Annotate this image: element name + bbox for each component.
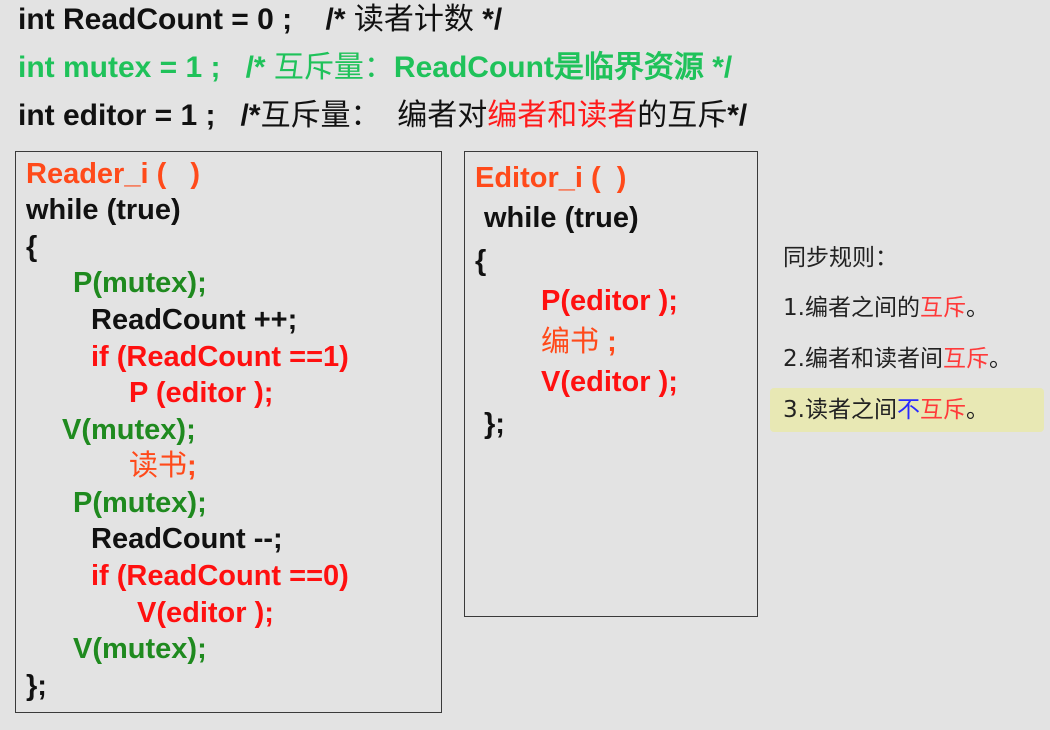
rule-1: 1.编者之间的互斥。 xyxy=(783,295,989,321)
reader-v-mutex-1: V(mutex); xyxy=(62,414,196,446)
rule-2: 2.编者和读者间互斥。 xyxy=(783,346,1012,372)
reader-readcount-inc: ReadCount ++; xyxy=(91,304,298,336)
declaration-editor: int editor = 1 ; /*互斥量： 编者对编者和读者的互斥*/ xyxy=(18,99,748,132)
readcount-code: int ReadCount = 0 ; xyxy=(18,3,293,36)
reader-readcount-dec: ReadCount --; xyxy=(91,523,283,555)
mutex-code: int mutex = 1 ; xyxy=(18,51,221,84)
reader-close-brace: }; xyxy=(26,670,47,702)
reader-if-0: if (ReadCount ==0) xyxy=(91,560,349,592)
declaration-readcount: int ReadCount = 0 ; /* 读者计数 */ xyxy=(18,3,503,36)
reader-v-mutex-2: V(mutex); xyxy=(73,633,207,665)
reader-open-brace: { xyxy=(26,231,38,263)
reader-p-mutex-2: P(mutex); xyxy=(73,487,207,519)
editor-v-editor: V(editor ); xyxy=(541,366,678,398)
reader-title: Reader_i ( ) xyxy=(26,158,201,190)
reader-if-1: if (ReadCount ==1) xyxy=(91,341,349,373)
editor-title: Editor_i ( ) xyxy=(475,162,627,194)
reader-v-editor: V(editor ); xyxy=(137,597,274,629)
reader-p-editor: P (editor ); xyxy=(129,377,274,409)
editor-p-editor: P(editor ); xyxy=(541,285,678,317)
editor-write-book: 编书 ; xyxy=(541,326,617,358)
editor-open-brace: { xyxy=(475,245,487,277)
reader-read-book: 读书; xyxy=(129,450,197,482)
editor-close-brace: }; xyxy=(484,408,505,440)
reader-while: while (true) xyxy=(26,194,181,226)
reader-p-mutex-1: P(mutex); xyxy=(73,267,207,299)
rules-heading: 同步规则： xyxy=(783,245,898,271)
editor-while: while (true) xyxy=(484,202,639,234)
rule-3: 3.读者之间不互斥。 xyxy=(783,397,989,423)
editor-code: int editor = 1 ; xyxy=(18,99,216,132)
declaration-mutex: int mutex = 1 ; /* 互斥量：ReadCount是临界资源 */ xyxy=(18,51,733,84)
